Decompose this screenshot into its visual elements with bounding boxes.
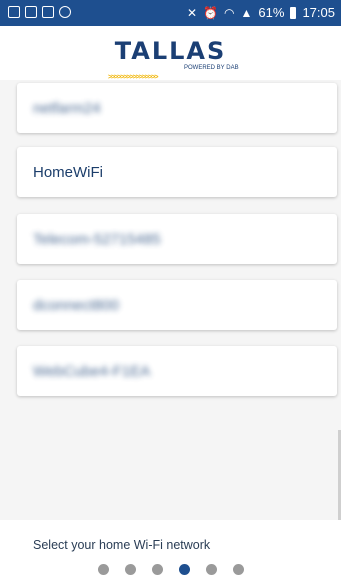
network-ssid: dconnect800 <box>33 296 119 314</box>
app-header: TALLAS >>>>>>>>>>>>>>>> POWERED BY DAB <box>0 26 341 81</box>
network-ssid: HomeWiFi <box>33 163 103 181</box>
notification-app-icon <box>8 6 20 18</box>
network-ssid: WebCube4-F1EA <box>33 362 151 380</box>
status-bar: ✕ ⏰ ◠ ▲ 61% 17:05 <box>0 0 341 26</box>
page-dot <box>151 564 163 575</box>
logo-subtitle: POWERED BY DAB <box>184 65 239 71</box>
wifi-icon: ◠ <box>224 5 235 20</box>
network-item[interactable]: dconnect800 <box>17 280 337 330</box>
battery-icon <box>290 6 297 19</box>
network-list[interactable]: netfarm24 HomeWiFi Telecom-52715485 dcon… <box>0 80 341 540</box>
circle-icon <box>59 6 71 18</box>
network-item[interactable]: Telecom-52715485 <box>17 214 337 264</box>
footer: Select your home Wi-Fi network <box>0 520 341 585</box>
page-dot <box>232 564 244 575</box>
mute-icon: ✕ <box>187 5 198 20</box>
instruction-text: Select your home Wi-Fi network <box>33 538 211 552</box>
network-item[interactable]: netfarm24 <box>17 83 337 133</box>
network-ssid: Telecom-52715485 <box>33 230 161 248</box>
status-time: 17:05 <box>302 5 335 20</box>
alarm-icon: ⏰ <box>203 5 219 20</box>
status-left-icons <box>8 6 71 18</box>
network-item[interactable]: HomeWiFi <box>17 147 337 197</box>
gallery-icon <box>25 6 37 18</box>
battery-percent: 61% <box>258 5 285 20</box>
signal-icon: ▲ <box>240 5 253 20</box>
network-item[interactable]: WebCube4-F1EA <box>17 346 337 396</box>
page-dot-active <box>178 564 190 575</box>
video-icon <box>42 6 54 18</box>
page-indicator <box>0 564 341 575</box>
page-dot <box>97 564 109 575</box>
status-right-icons: ✕ ⏰ ◠ ▲ 61% 17:05 <box>187 5 335 20</box>
logo-chevrons: >>>>>>>>>>>>>>>> <box>108 66 180 81</box>
page-dot <box>124 564 136 575</box>
network-ssid: netfarm24 <box>33 99 101 117</box>
page-dot <box>205 564 217 575</box>
logo-text: TALLAS <box>114 37 227 65</box>
